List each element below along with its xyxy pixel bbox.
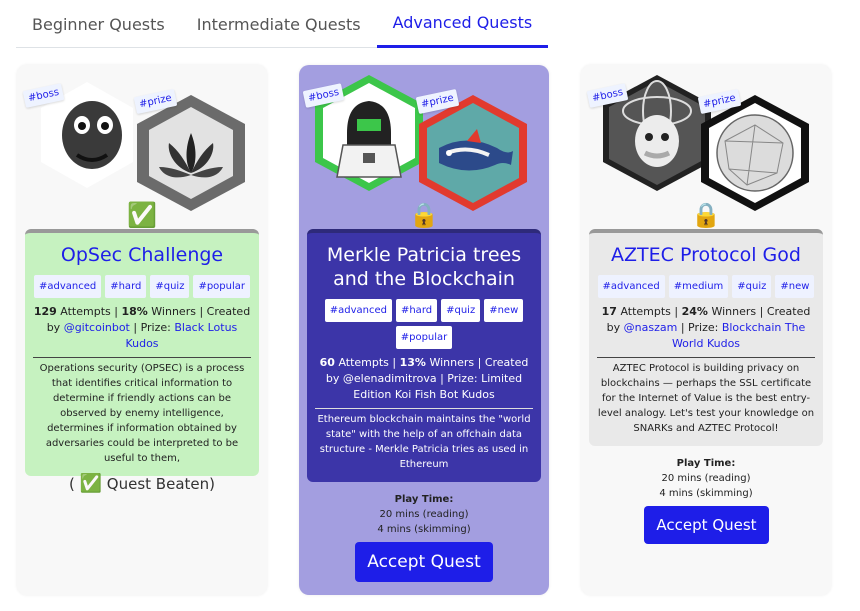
prize-koi-fish-image: [419, 95, 527, 211]
tab-beginner-quests[interactable]: Beginner Quests: [16, 0, 181, 48]
quest-title[interactable]: AZTEC Protocol God: [597, 243, 815, 267]
quest-tags: #advanced #hard #quiz #popular: [33, 275, 251, 298]
play-time-label: Play Time:: [676, 458, 736, 469]
accept-quest-button[interactable]: Accept Quest: [644, 506, 769, 544]
prize-black-lotus-image: [137, 95, 245, 211]
tab-intermediate-quests[interactable]: Intermediate Quests: [181, 0, 377, 48]
winners-percent: 24%: [681, 305, 708, 318]
tag-advanced[interactable]: #advanced: [33, 275, 102, 298]
quest-tags: #advanced #hard #quiz #new #popular: [315, 299, 533, 349]
creator-link[interactable]: @naszam: [624, 321, 678, 334]
quest-card-merkle-patricia[interactable]: #boss #prize 🔒 Merkle Patricia trees and…: [299, 65, 549, 595]
quest-tags: #advanced #medium #quiz #new: [597, 275, 815, 298]
quest-description: Operations security (OPSEC) is a process…: [33, 357, 251, 466]
play-time-skimming: 4 mins (skimming): [377, 524, 471, 535]
tag-quiz[interactable]: #quiz: [441, 299, 481, 322]
attempts-count: 129: [33, 305, 57, 318]
quest-beaten-status: ( ✅ Quest Beaten): [17, 473, 267, 494]
quest-stats: 129 Attempts | 18% Winners | Created by …: [33, 304, 251, 352]
attempts-count: 17: [601, 305, 617, 318]
play-time: Play Time: 20 mins (reading) 4 mins (ski…: [581, 456, 831, 501]
quest-tabs: Beginner Quests Intermediate Quests Adva…: [16, 0, 549, 48]
quest-stats: 60 Attempts | 13% Winners | Created by @…: [315, 355, 533, 403]
tag-medium[interactable]: #medium: [668, 275, 729, 298]
prize-blockchain-world-image: [701, 95, 809, 211]
accept-quest-button[interactable]: Accept Quest: [355, 542, 493, 582]
attempts-label: Attempts |: [616, 305, 682, 318]
quest-description: AZTEC Protocol is building privacy on bl…: [597, 357, 815, 436]
quest-card-opsec[interactable]: #boss #prize ✅ OpSec Challenge #advanced…: [17, 65, 267, 595]
prize-label: | Prize:: [129, 321, 175, 334]
tag-new[interactable]: #new: [484, 299, 524, 322]
play-time-reading: 20 mins (reading): [379, 509, 469, 520]
quest-info-panel: AZTEC Protocol God #advanced #medium #qu…: [589, 229, 823, 446]
quest-info-panel: Merkle Patricia trees and the Blockchain…: [307, 229, 541, 482]
attempts-count: 60: [319, 356, 335, 369]
tag-advanced[interactable]: #advanced: [324, 299, 392, 322]
beaten-prefix: (: [68, 475, 80, 493]
tag-quiz[interactable]: #quiz: [150, 275, 190, 298]
creator-link[interactable]: @elenadimitrova: [343, 372, 437, 385]
quest-stats: 17 Attempts | 24% Winners | Created by @…: [597, 304, 815, 352]
tag-new[interactable]: #new: [775, 275, 815, 298]
quest-title[interactable]: OpSec Challenge: [33, 243, 251, 267]
winners-percent: 18%: [121, 305, 148, 318]
tag-quiz[interactable]: #quiz: [732, 275, 772, 298]
quest-info-panel: OpSec Challenge #advanced #hard #quiz #p…: [25, 229, 259, 476]
quest-title[interactable]: Merkle Patricia trees and the Blockchain: [315, 243, 533, 291]
play-time: Play Time: 20 mins (reading) 4 mins (ski…: [299, 492, 549, 537]
prize-label: | Prize:: [436, 372, 482, 385]
attempts-label: Attempts |: [334, 356, 400, 369]
creator-link[interactable]: @gitcoinbot: [64, 321, 130, 334]
winners-percent: 13%: [399, 356, 426, 369]
tag-popular[interactable]: #popular: [193, 275, 251, 298]
tag-hard[interactable]: #hard: [105, 275, 147, 298]
play-time-label: Play Time:: [394, 494, 454, 505]
tag-popular[interactable]: #popular: [395, 326, 453, 349]
play-time-reading: 20 mins (reading): [661, 473, 751, 484]
quest-description: Ethereum blockchain maintains the "world…: [315, 408, 533, 472]
quest-card-aztec[interactable]: #boss #prize 🔒 AZTEC Protocol God #advan…: [581, 65, 831, 595]
play-time-skimming: 4 mins (skimming): [659, 488, 753, 499]
tag-advanced[interactable]: #advanced: [597, 275, 665, 298]
check-mark-icon: ✅: [79, 473, 103, 494]
prize-label: | Prize:: [677, 321, 722, 334]
tab-advanced-quests[interactable]: Advanced Quests: [376, 0, 549, 48]
beaten-text: Quest Beaten): [102, 475, 215, 493]
tag-hard[interactable]: #hard: [395, 299, 438, 322]
attempts-label: Attempts |: [56, 305, 122, 318]
